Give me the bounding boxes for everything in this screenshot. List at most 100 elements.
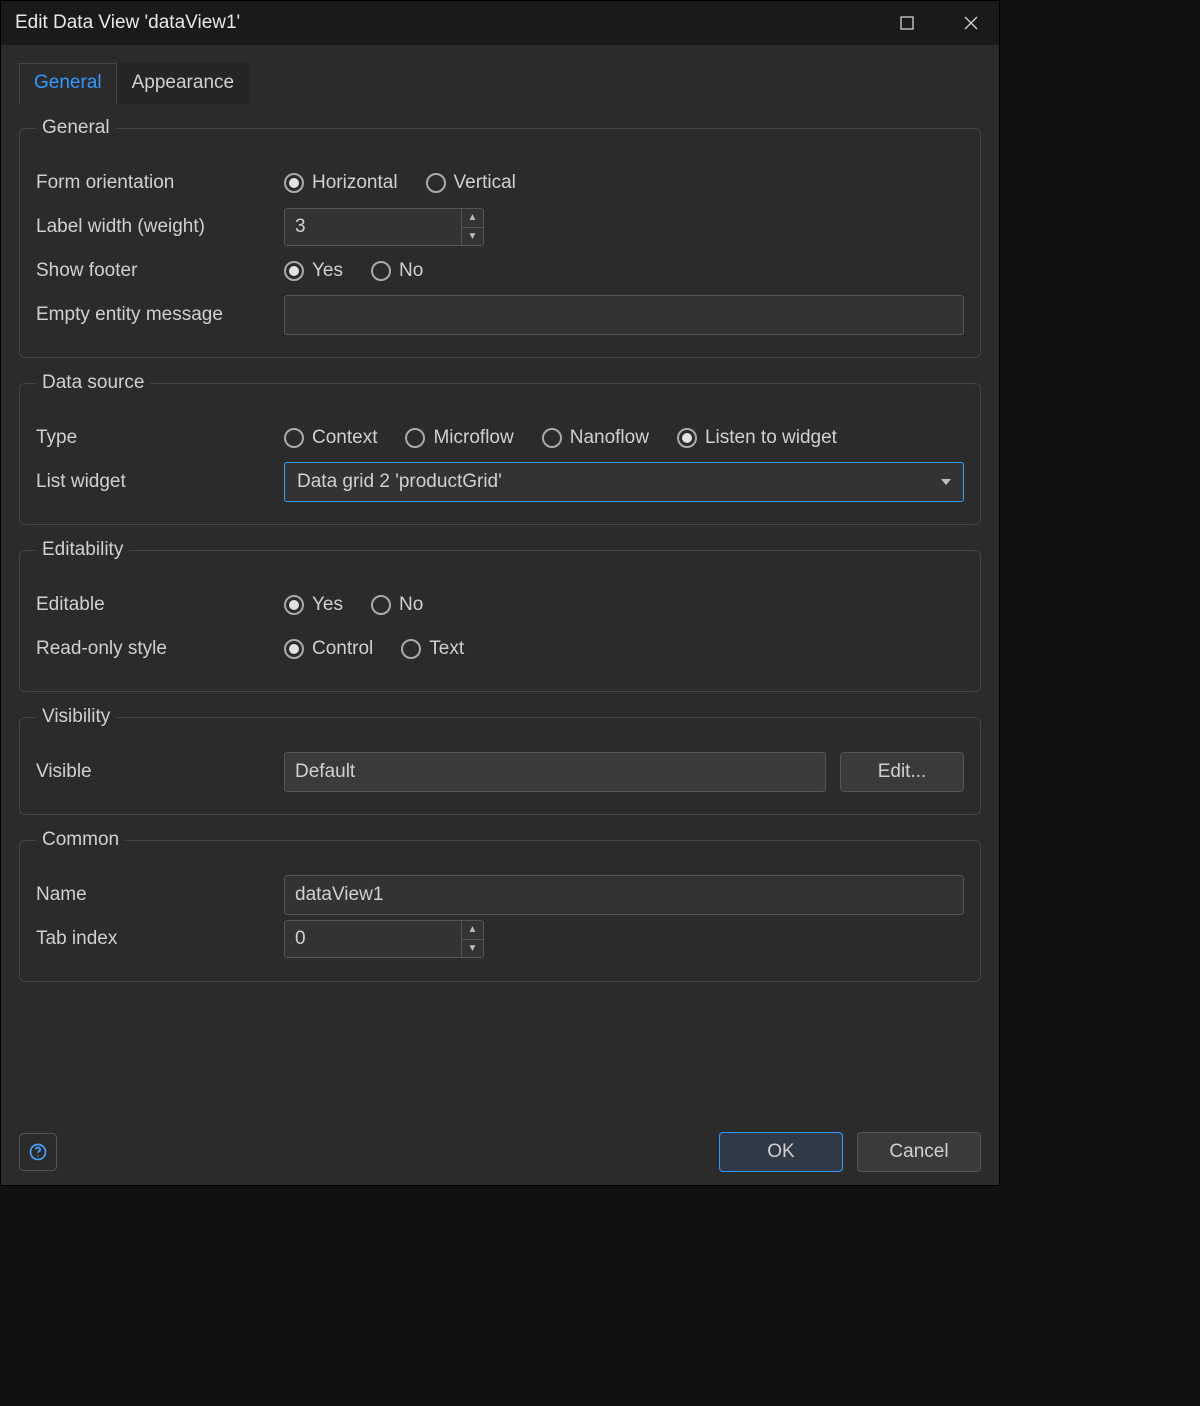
radio-dot-icon [284, 173, 304, 193]
label-data-source-type: Type [36, 427, 284, 449]
radio-show-footer-no[interactable]: No [371, 260, 423, 282]
tab-bar: General Appearance [1, 45, 999, 104]
row-visible: Visible Default Edit... [36, 752, 964, 792]
row-empty-entity-message: Empty entity message [36, 295, 964, 335]
group-editability-legend: Editability [36, 539, 129, 561]
radio-label: Microflow [433, 427, 513, 449]
titlebar-controls [889, 5, 989, 41]
radio-label: Yes [312, 594, 343, 616]
radio-dot-icon [371, 595, 391, 615]
visible-value: Default [284, 752, 826, 792]
maximize-button[interactable] [889, 5, 925, 41]
group-data-source-legend: Data source [36, 372, 150, 394]
radio-readonly-style-text[interactable]: Text [401, 638, 464, 660]
label-label-width: Label width (weight) [36, 216, 284, 238]
row-show-footer: Show footer Yes No [36, 251, 964, 291]
radio-show-footer-yes[interactable]: Yes [284, 260, 343, 282]
radio-editable-yes[interactable]: Yes [284, 594, 343, 616]
stepper-up-button[interactable]: ▲ [462, 921, 483, 940]
radio-dot-icon [284, 261, 304, 281]
label-width-value[interactable]: 3 [285, 209, 461, 245]
group-visibility-legend: Visibility [36, 706, 116, 728]
label-width-stepper[interactable]: 3 ▲ ▼ [284, 208, 484, 246]
ok-button[interactable]: OK [719, 1132, 843, 1172]
label-editable: Editable [36, 594, 284, 616]
radio-dot-icon [284, 595, 304, 615]
radio-form-orientation-horizontal[interactable]: Horizontal [284, 172, 398, 194]
tab-general[interactable]: General [19, 63, 117, 104]
radio-dot-icon [426, 173, 446, 193]
radio-dot-icon [284, 639, 304, 659]
radio-type-context[interactable]: Context [284, 427, 377, 449]
label-empty-entity-message: Empty entity message [36, 304, 284, 326]
radio-dot-icon [405, 428, 425, 448]
row-tab-index: Tab index 0 ▲ ▼ [36, 919, 964, 959]
group-visibility: Visibility Visible Default Edit... [19, 706, 981, 815]
radio-dot-icon [401, 639, 421, 659]
radio-type-listen-to-widget[interactable]: Listen to widget [677, 427, 837, 449]
group-common-legend: Common [36, 829, 125, 851]
radio-form-orientation-vertical[interactable]: Vertical [426, 172, 516, 194]
tab-index-value[interactable]: 0 [285, 921, 461, 957]
label-show-footer: Show footer [36, 260, 284, 282]
group-data-source: Data source Type Context Microflow Nanof… [19, 372, 981, 525]
radio-editable-no[interactable]: No [371, 594, 423, 616]
row-data-source-type: Type Context Microflow Nanoflow [36, 418, 964, 458]
radio-label: Text [429, 638, 464, 660]
close-icon [963, 15, 979, 31]
label-visible: Visible [36, 761, 284, 783]
help-icon [28, 1142, 48, 1162]
radio-readonly-style-control[interactable]: Control [284, 638, 373, 660]
radio-label: Vertical [454, 172, 516, 194]
stepper-down-button[interactable]: ▼ [462, 228, 483, 246]
label-name: Name [36, 884, 284, 906]
radio-label: Context [312, 427, 377, 449]
radio-label: Control [312, 638, 373, 660]
tab-content: General Form orientation Horizontal Vert… [1, 103, 999, 1119]
stepper-down-button[interactable]: ▼ [462, 940, 483, 958]
radio-label: Horizontal [312, 172, 398, 194]
group-editability: Editability Editable Yes No Read-only st… [19, 539, 981, 692]
maximize-icon [899, 15, 915, 31]
stepper-up-button[interactable]: ▲ [462, 209, 483, 228]
label-form-orientation: Form orientation [36, 172, 284, 194]
empty-entity-message-input[interactable] [284, 295, 964, 335]
tab-index-stepper[interactable]: 0 ▲ ▼ [284, 920, 484, 958]
help-button[interactable] [19, 1133, 57, 1171]
row-readonly-style: Read-only style Control Text [36, 629, 964, 669]
close-button[interactable] [953, 5, 989, 41]
radio-dot-icon [371, 261, 391, 281]
label-readonly-style: Read-only style [36, 638, 284, 660]
label-tab-index: Tab index [36, 928, 284, 950]
window-title: Edit Data View 'dataView1' [15, 12, 240, 34]
row-label-width: Label width (weight) 3 ▲ ▼ [36, 207, 964, 247]
radio-label: No [399, 594, 423, 616]
titlebar: Edit Data View 'dataView1' [1, 1, 999, 45]
radio-dot-icon [677, 428, 697, 448]
stepper-buttons: ▲ ▼ [461, 921, 483, 957]
label-list-widget: List widget [36, 471, 284, 493]
edit-visibility-button[interactable]: Edit... [840, 752, 964, 792]
radio-type-nanoflow[interactable]: Nanoflow [542, 427, 649, 449]
chevron-down-icon [941, 479, 951, 485]
dialog-window: Edit Data View 'dataView1' General Appea… [0, 0, 1000, 1186]
radio-label: Yes [312, 260, 343, 282]
group-general-legend: General [36, 117, 116, 139]
radio-dot-icon [542, 428, 562, 448]
row-editable: Editable Yes No [36, 585, 964, 625]
radio-type-microflow[interactable]: Microflow [405, 427, 513, 449]
row-form-orientation: Form orientation Horizontal Vertical [36, 163, 964, 203]
tab-appearance[interactable]: Appearance [117, 63, 249, 104]
group-general: General Form orientation Horizontal Vert… [19, 117, 981, 358]
radio-dot-icon [284, 428, 304, 448]
list-widget-selected-value: Data grid 2 'productGrid' [297, 471, 502, 493]
row-name: Name dataView1 [36, 875, 964, 915]
name-input[interactable]: dataView1 [284, 875, 964, 915]
row-list-widget: List widget Data grid 2 'productGrid' [36, 462, 964, 502]
radio-label: No [399, 260, 423, 282]
group-common: Common Name dataView1 Tab index 0 ▲ ▼ [19, 829, 981, 982]
stepper-buttons: ▲ ▼ [461, 209, 483, 245]
list-widget-select[interactable]: Data grid 2 'productGrid' [284, 462, 964, 502]
cancel-button[interactable]: Cancel [857, 1132, 981, 1172]
radio-label: Nanoflow [570, 427, 649, 449]
